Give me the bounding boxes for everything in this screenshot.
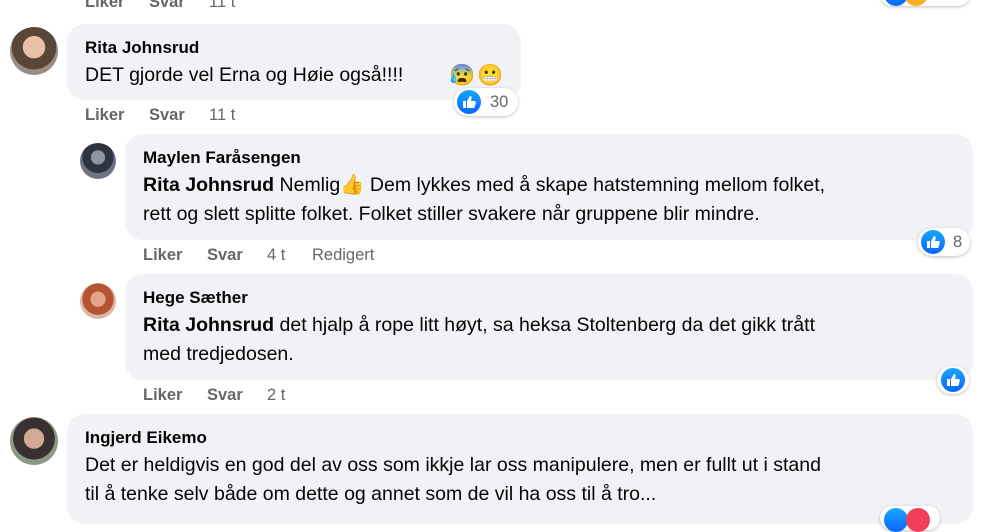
avatar[interactable] xyxy=(10,27,58,75)
like-button[interactable]: Liker xyxy=(85,0,124,12)
cold-sweat-emoji-icon: 😰 xyxy=(449,64,476,87)
comment-text: Rita Johnsrud Nemlig👍 Dem lykkes med å s… xyxy=(143,171,825,200)
comment-text: Det er heldigvis en god del av oss som i… xyxy=(85,451,821,480)
reaction-count: 30 xyxy=(490,93,509,111)
comment-author[interactable]: Rita Johnsrud xyxy=(85,38,199,58)
comment-text-line: med tredjedosen. xyxy=(143,343,294,365)
comment-text: DET gjorde vel Erna og Høie også!!!! xyxy=(85,61,403,90)
like-button[interactable]: Liker xyxy=(143,386,182,405)
comment-text-line: til å tenke selv både om dette og annet … xyxy=(85,483,657,505)
avatar[interactable] xyxy=(80,283,116,319)
reply-button[interactable]: Svar xyxy=(207,246,243,265)
timestamp[interactable]: 2 t xyxy=(267,386,285,405)
timestamp[interactable]: 11 t xyxy=(209,0,235,12)
comment-author[interactable]: Ingjerd Eikemo xyxy=(85,428,207,448)
comment-text: til å tenke selv både om dette og annet … xyxy=(85,480,656,509)
comment-text: med tredjedosen. xyxy=(143,340,294,369)
reaction-count: 8 xyxy=(953,233,963,251)
comment-text-body: DET gjorde vel Erna og Høie også!!!! xyxy=(85,64,404,86)
edited-label[interactable]: Redigert xyxy=(312,246,374,265)
reaction-summary[interactable]: 30 xyxy=(454,88,518,116)
comment-text-line: det hjalp å rope litt høyt, sa heksa Sto… xyxy=(279,314,815,336)
like-button[interactable]: Liker xyxy=(143,246,182,265)
reply-button[interactable]: Svar xyxy=(207,386,243,405)
reaction-summary[interactable]: 8 xyxy=(918,228,970,256)
comment-text-line: rett og slett splitte folket. Folket sti… xyxy=(143,203,760,225)
comment-text: Rita Johnsrud det hjalp å rope litt høyt… xyxy=(143,311,815,340)
reply-button[interactable]: Svar xyxy=(149,106,185,125)
like-reaction-icon xyxy=(457,90,481,114)
like-reaction-icon xyxy=(884,508,908,532)
reply-button[interactable]: Svar xyxy=(149,0,185,12)
reaction-summary[interactable] xyxy=(937,366,969,394)
love-reaction-icon xyxy=(906,508,930,532)
timestamp[interactable]: 4 t xyxy=(267,246,285,265)
comment-author[interactable]: Maylen Faråsengen xyxy=(143,148,301,168)
mention-link[interactable]: Rita Johnsrud xyxy=(143,314,274,336)
like-reaction-icon xyxy=(884,0,908,6)
reaction-summary[interactable] xyxy=(880,0,970,6)
reaction-summary[interactable] xyxy=(880,506,940,532)
comment-text-line: Nemlig👍 Dem lykkes med å skape hatstemni… xyxy=(279,174,826,196)
like-reaction-icon xyxy=(921,230,945,254)
grimace-emoji-icon: 😬 xyxy=(477,64,504,87)
mention-link[interactable]: Rita Johnsrud xyxy=(143,174,274,196)
like-reaction-icon xyxy=(941,368,965,392)
haha-reaction-icon xyxy=(904,0,928,6)
like-button[interactable]: Liker xyxy=(85,106,124,125)
avatar[interactable] xyxy=(10,417,58,465)
comment-text-line: Det er heldigvis en god del av oss som i… xyxy=(85,454,821,476)
timestamp[interactable]: 11 t xyxy=(209,106,235,125)
comment-text: rett og slett splitte folket. Folket sti… xyxy=(143,200,760,229)
comment-author[interactable]: Hege Sæther xyxy=(143,288,248,308)
avatar[interactable] xyxy=(80,143,116,179)
